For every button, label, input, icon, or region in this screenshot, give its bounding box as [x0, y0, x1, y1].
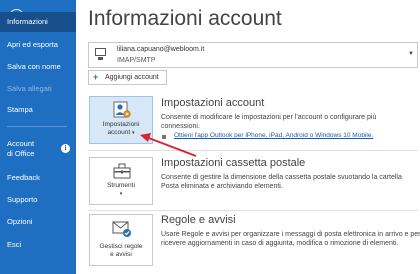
nav-item-label: Esci	[7, 240, 22, 249]
account-settings-button[interactable]: Impostazioni account ▾	[89, 96, 153, 144]
tile-label: Gestisci regole	[99, 243, 143, 250]
nav-item-label: di Office	[7, 149, 35, 158]
manage-rules-button[interactable]: Gestisci regole e avvisi	[89, 214, 153, 266]
add-account-button[interactable]: + Aggiungi account	[88, 70, 167, 85]
nav-item-feedback[interactable]: Feedback	[0, 171, 76, 185]
section-title: Impostazioni cassetta postale	[161, 157, 306, 169]
nav-item-label: Supporto	[7, 195, 38, 204]
section-description: connessioni.	[161, 123, 200, 130]
nav-item-salva-allegati: Salva allegati	[0, 82, 76, 96]
nav-separator	[7, 126, 67, 127]
section-title: Regole e avvisi	[161, 214, 236, 226]
section-divider	[88, 150, 418, 151]
page-title: Informazioni account	[88, 7, 282, 30]
nav-item-label: Salva allegati	[7, 84, 52, 93]
rules-alerts-icon	[112, 221, 131, 237]
chevron-down-icon: ▼	[408, 51, 414, 57]
section-description: Consente di gestire la dimensione della …	[161, 174, 402, 181]
tools-button[interactable]: Strumenti ▾	[89, 157, 153, 205]
tile-label: Impostazioni	[102, 121, 140, 128]
nav-item-apri-esporta[interactable]: Apri ed esporta	[0, 38, 76, 52]
nav-item-account-office[interactable]: Account di Office i	[0, 137, 76, 161]
section-description: Consente di modificare le impostazioni p…	[161, 114, 377, 121]
nav-item-label: Opzioni	[7, 217, 33, 226]
nav-item-label: Salva con nome	[7, 62, 61, 71]
chevron-down-icon: ▾	[132, 130, 135, 136]
nav-item-label: Stampa	[7, 105, 33, 114]
account-email: liliana.capuano@webloom.it	[117, 46, 205, 53]
chevron-down-icon: ▾	[119, 191, 123, 197]
tools-icon	[113, 163, 131, 179]
section-description: Posta eliminata e archiviando elementi.	[161, 183, 283, 190]
section-divider	[88, 210, 418, 211]
tile-label-2: e avvisi	[110, 251, 132, 258]
section-description: ricevere aggiornamenti in caso di aggiun…	[161, 240, 399, 247]
info-icon: i	[61, 144, 70, 153]
account-type: IMAP/SMTP	[117, 57, 156, 64]
tile-label-2: account ▾	[107, 129, 135, 136]
backstage-sidebar: ← Informazioni Apri ed esporta Salva con…	[0, 0, 76, 274]
nav-item-informazioni[interactable]: Informazioni	[0, 12, 76, 32]
nav-item-opzioni[interactable]: Opzioni	[0, 215, 76, 229]
add-account-label: Aggiungi account	[105, 74, 159, 81]
nav-item-supporto[interactable]: Supporto	[0, 193, 76, 207]
plus-icon: +	[93, 72, 99, 82]
nav-item-label: Apri ed esporta	[7, 40, 58, 49]
section-description: Usare Regole e avvisi per organizzare i …	[161, 231, 420, 238]
tile-label: Strumenti	[107, 182, 135, 189]
outlook-app-link[interactable]: Ottieni l'app Outlook per iPhone, iPad, …	[174, 132, 373, 139]
nav-item-label: Account	[7, 139, 35, 148]
section-title: Impostazioni account	[161, 97, 265, 109]
bullet-icon	[162, 135, 166, 139]
nav-item-label: Feedback	[7, 173, 40, 182]
account-selector[interactable]: liliana.capuano@webloom.it IMAP/SMTP ▼	[88, 42, 418, 68]
account-settings-icon	[113, 101, 131, 118]
nav-item-salva-con-nome[interactable]: Salva con nome	[0, 60, 76, 74]
nav-item-esci[interactable]: Esci	[0, 238, 76, 252]
nav-item-label: Informazioni	[7, 17, 48, 26]
nav-item-stampa[interactable]: Stampa	[0, 103, 76, 117]
computer-icon	[95, 48, 108, 62]
